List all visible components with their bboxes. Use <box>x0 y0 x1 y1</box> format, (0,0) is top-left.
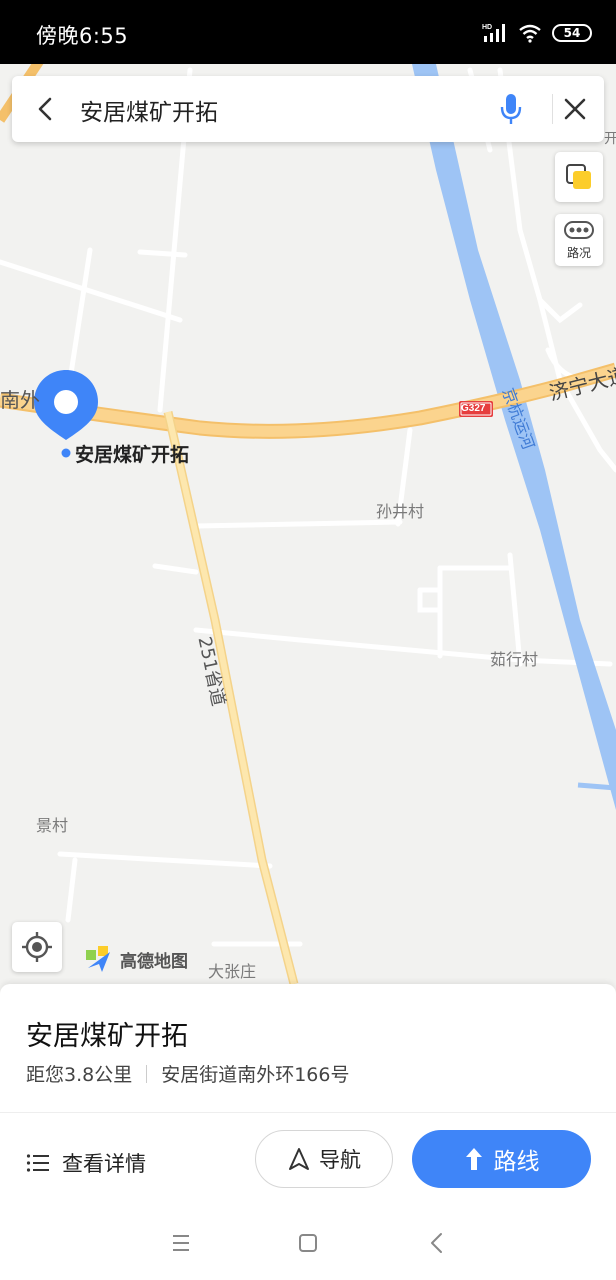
search-input[interactable]: 安居煤矿开拓 <box>80 93 218 127</box>
search-bar[interactable]: 安居煤矿开拓 <box>12 76 604 142</box>
list-icon <box>26 1154 49 1172</box>
place-title: 安居煤矿开拓 <box>26 1021 188 1052</box>
close-icon[interactable] <box>559 93 591 125</box>
meta-separator <box>146 1064 148 1083</box>
label-jing-village: 景村 <box>36 816 69 835</box>
label-sunjing-village: 孙井村 <box>376 502 425 521</box>
traffic-button[interactable]: 路况 <box>555 214 603 266</box>
back-icon[interactable] <box>424 1230 450 1256</box>
route-button[interactable]: 路线 <box>412 1130 591 1188</box>
route-label: 路线 <box>493 1149 540 1175</box>
place-panel[interactable]: 安居煤矿开拓 距您3.8公里 安居街道南外环166号 查看详情 导航 路线 <box>0 984 616 1206</box>
locate-button[interactable] <box>12 922 62 972</box>
menu-icon[interactable] <box>168 1230 194 1256</box>
label-ruhang-village: 茹行村 <box>490 650 539 669</box>
status-icons: HD 54 <box>482 18 592 48</box>
navigation-arrow-icon <box>289 1148 309 1170</box>
marker-label[interactable]: 安居煤矿开拓 <box>75 440 189 467</box>
panel-divider <box>0 1112 616 1113</box>
label-nanwai: 南外 <box>0 388 40 412</box>
map-roads <box>0 64 616 984</box>
label-dazhang-village: 大张庄 <box>208 962 257 981</box>
signal-icon: HD <box>482 24 505 42</box>
amap-logo-text: 高德地图 <box>120 951 188 972</box>
wifi-icon <box>519 24 541 43</box>
route-arrow-icon <box>465 1148 482 1170</box>
system-nav-bar <box>0 1206 616 1280</box>
details-button[interactable]: 查看详情 <box>26 1148 146 1178</box>
place-address: 安居街道南外环166号 <box>161 1064 350 1086</box>
back-arrow-icon[interactable] <box>30 93 62 125</box>
place-distance: 距您3.8公里 <box>26 1064 133 1086</box>
status-time: 傍晚6:55 <box>36 24 129 48</box>
layers-icon <box>566 164 591 189</box>
label-g327-shield: G327 <box>461 403 486 414</box>
map-canvas[interactable]: 南外 济宁大道 G327 京杭运河 孙井村 茹行村 251省道 景村 大张庄 开… <box>0 64 616 984</box>
amap-logo-icon <box>86 946 110 972</box>
details-label: 查看详情 <box>62 1152 146 1176</box>
microphone-icon[interactable] <box>498 90 524 128</box>
search-divider <box>552 94 553 124</box>
label-edge: 开 <box>604 131 616 147</box>
traffic-icon <box>564 221 594 239</box>
battery-indicator: 54 <box>552 24 592 42</box>
traffic-label: 路况 <box>566 246 591 260</box>
home-square-icon[interactable] <box>295 1230 321 1256</box>
status-bar: 傍晚6:55 HD 54 <box>0 0 616 64</box>
place-meta: 距您3.8公里 安居街道南外环166号 <box>26 1060 349 1087</box>
amap-logo: 高德地图 <box>84 944 188 974</box>
navigate-label: 导航 <box>319 1148 361 1172</box>
layers-button[interactable] <box>555 152 603 202</box>
navigate-button[interactable]: 导航 <box>255 1130 393 1188</box>
svg-text:HD: HD <box>482 24 492 31</box>
crosshair-icon <box>22 932 52 962</box>
